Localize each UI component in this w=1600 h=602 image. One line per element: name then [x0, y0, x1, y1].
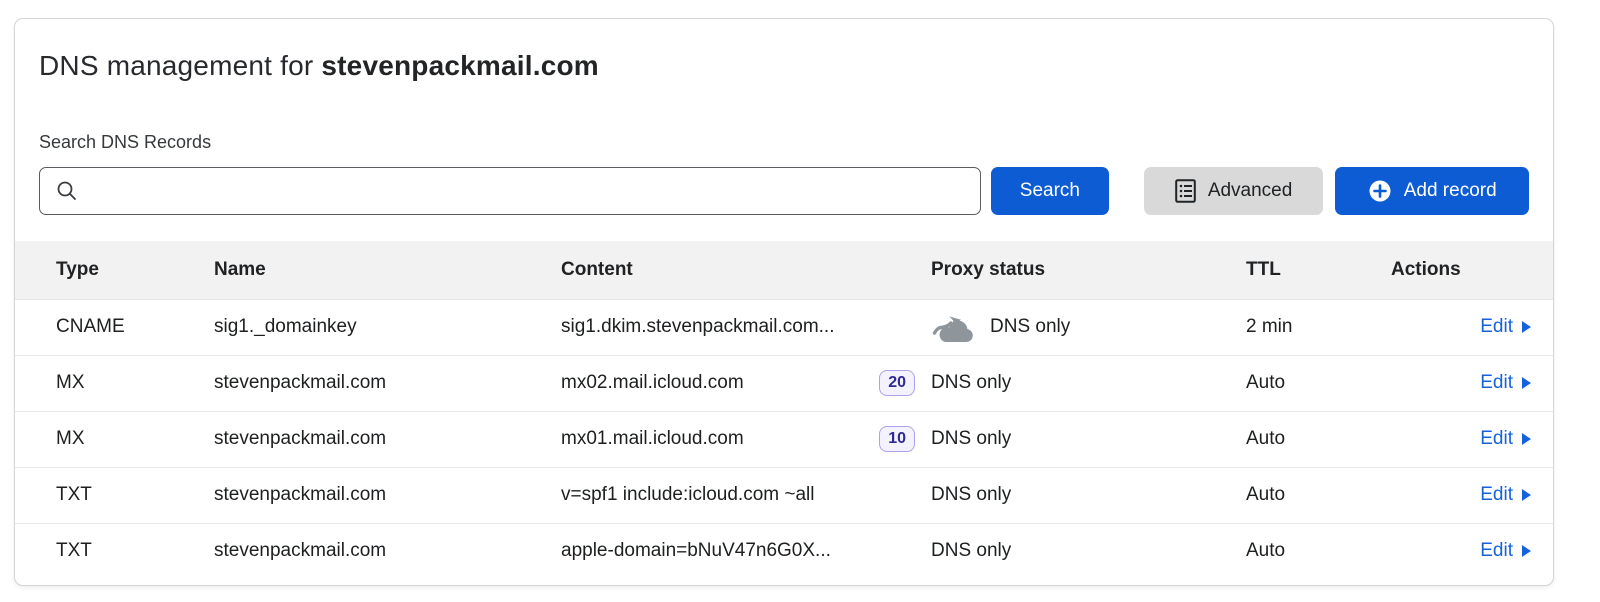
edit-arrow-icon [1522, 489, 1531, 501]
record-content: v=spf1 include:icloud.com ~all [561, 484, 814, 506]
record-content: mx02.mail.icloud.com [561, 372, 744, 394]
column-header-ttl: TTL [1246, 241, 1391, 299]
page-title: DNS management for stevenpackmail.com [39, 49, 1529, 82]
advanced-list-icon [1175, 179, 1196, 203]
record-name: stevenpackmail.com [214, 355, 561, 411]
plus-circle-icon [1368, 179, 1392, 203]
edit-button[interactable]: Edit [1480, 428, 1531, 450]
dns-record-row: MX stevenpackmail.com mx01.mail.icloud.c… [15, 411, 1554, 467]
proxy-status: DNS only [931, 540, 1011, 562]
column-header-proxy-status: Proxy status [931, 241, 1246, 299]
record-content: apple-domain=bNuV47n6G0X... [561, 540, 831, 562]
record-ttl: Auto [1246, 355, 1391, 411]
search-icon [56, 180, 78, 202]
proxy-status: DNS only [990, 316, 1070, 338]
page-title-prefix: DNS management for [39, 50, 313, 81]
proxy-status: DNS only [931, 372, 1011, 394]
record-type: MX [15, 411, 214, 467]
dns-only-cloud-icon [931, 311, 973, 343]
record-name: sig1._domainkey [214, 299, 561, 355]
domain-name: stevenpackmail.com [321, 50, 599, 81]
edit-button[interactable]: Edit [1480, 372, 1531, 394]
record-ttl: Auto [1246, 523, 1391, 579]
column-header-name: Name [214, 241, 561, 299]
record-name: stevenpackmail.com [214, 467, 561, 523]
add-record-button-label: Add record [1404, 180, 1497, 202]
record-ttl: Auto [1246, 411, 1391, 467]
column-header-content: Content [561, 241, 931, 299]
record-type: TXT [15, 523, 214, 579]
column-header-actions: Actions [1391, 241, 1554, 299]
record-type: TXT [15, 467, 214, 523]
add-record-button[interactable]: Add record [1335, 167, 1529, 215]
search-input[interactable] [78, 168, 980, 214]
edit-arrow-icon [1522, 321, 1531, 333]
priority-badge: 10 [879, 426, 915, 452]
record-ttl: Auto [1246, 467, 1391, 523]
dns-record-row: MX stevenpackmail.com mx02.mail.icloud.c… [15, 355, 1554, 411]
advanced-button[interactable]: Advanced [1144, 167, 1324, 215]
search-button[interactable]: Search [991, 167, 1109, 215]
dns-records-table: Type Name Content Proxy status TTL Actio… [15, 241, 1554, 579]
edit-button[interactable]: Edit [1480, 484, 1531, 506]
record-ttl: 2 min [1246, 299, 1391, 355]
edit-arrow-icon [1522, 377, 1531, 389]
record-name: stevenpackmail.com [214, 523, 561, 579]
edit-arrow-icon [1522, 433, 1531, 445]
dns-record-row: TXT stevenpackmail.com v=spf1 include:ic… [15, 467, 1554, 523]
record-name: stevenpackmail.com [214, 411, 561, 467]
column-header-type: Type [15, 241, 214, 299]
priority-badge: 20 [879, 370, 915, 396]
record-content: sig1.dkim.stevenpackmail.com... [561, 316, 835, 338]
search-box[interactable] [39, 167, 981, 215]
edit-button[interactable]: Edit [1480, 316, 1531, 338]
record-content: mx01.mail.icloud.com [561, 428, 744, 450]
record-type: CNAME [15, 299, 214, 355]
search-controls: Search Advanced Add record [39, 167, 1529, 215]
record-type: MX [15, 355, 214, 411]
edit-button[interactable]: Edit [1480, 540, 1531, 562]
table-header: Type Name Content Proxy status TTL Actio… [15, 241, 1554, 299]
proxy-status: DNS only [931, 484, 1011, 506]
dns-record-row: CNAME sig1._domainkey sig1.dkim.stevenpa… [15, 299, 1554, 355]
edit-arrow-icon [1522, 545, 1531, 557]
dns-record-row: TXT stevenpackmail.com apple-domain=bNuV… [15, 523, 1554, 579]
dns-management-card: DNS management for stevenpackmail.com Se… [14, 18, 1554, 586]
proxy-status: DNS only [931, 428, 1011, 450]
advanced-button-label: Advanced [1208, 180, 1293, 202]
search-label: Search DNS Records [39, 132, 1529, 153]
